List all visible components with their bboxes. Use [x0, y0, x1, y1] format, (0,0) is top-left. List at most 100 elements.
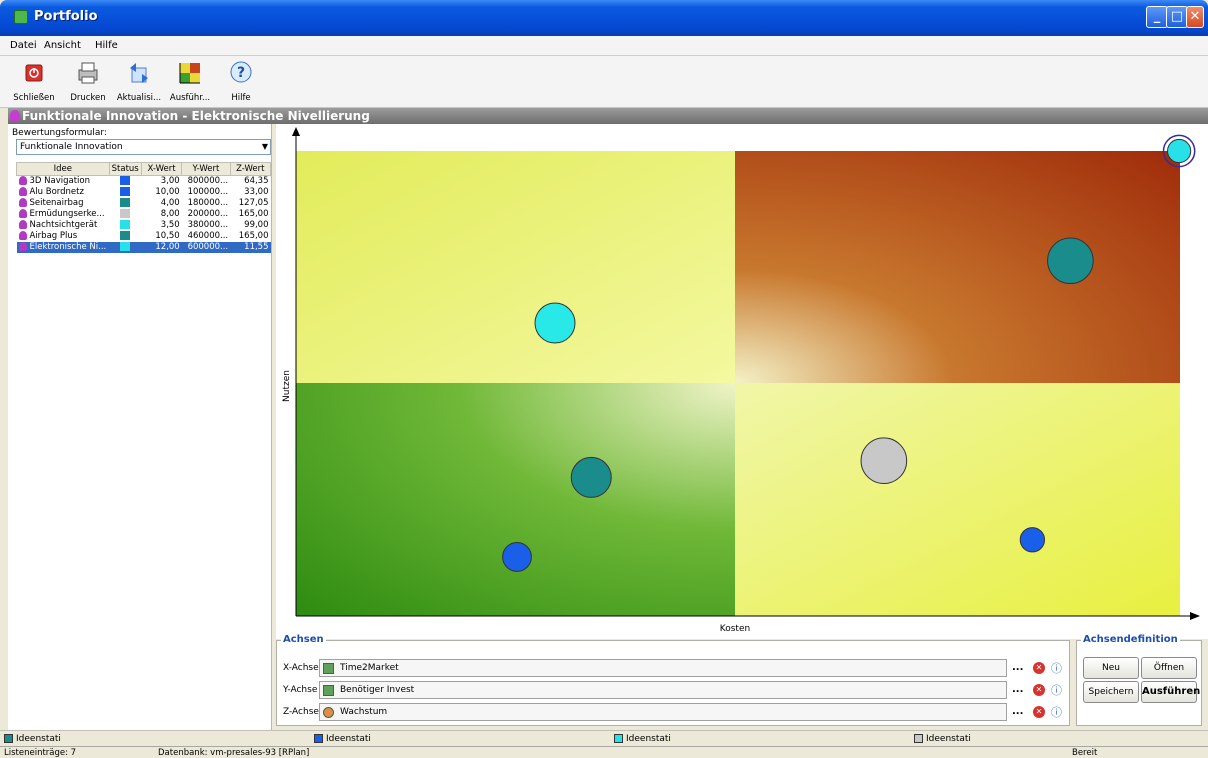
menu-ansicht[interactable]: Ansicht [44, 40, 81, 51]
maximize-button[interactable]: □ [1166, 6, 1188, 28]
attribute-icon [323, 663, 334, 674]
legend-swatch [4, 734, 13, 743]
idea-name-cell: Nachtsichtgerät [17, 220, 110, 231]
y-value-cell: 200000... [187, 209, 229, 219]
table-row[interactable]: Nachtsichtgerät 3,50 380000... 99,00 [17, 220, 271, 231]
z-axis-browse-button[interactable]: ... [1012, 706, 1023, 717]
print-label: Drucken [70, 93, 106, 103]
chevron-down-icon: ▼ [261, 142, 268, 151]
x-axis-arrow [1190, 612, 1200, 620]
execute-button[interactable]: Ausführ... [164, 58, 216, 106]
z-value-cell: 99,00 [244, 220, 269, 230]
idea-icon [18, 231, 27, 240]
menu-hilfe[interactable]: Hilfe [95, 40, 118, 51]
z-axis-delete-icon[interactable]: ✕ [1033, 706, 1045, 718]
x-axis-field[interactable]: Time2Market [319, 659, 1007, 677]
z-axis-info-icon[interactable]: ⓘ [1051, 704, 1062, 720]
idea-name: Alu Bordnetz [29, 187, 84, 197]
y-axis-field[interactable]: Benötiger Invest [319, 681, 1007, 699]
status-legend: Ideenstati Ideenstati Ideenstati Ideenst… [0, 730, 1208, 746]
x-value-cell: 10,00 [155, 187, 180, 197]
save-button[interactable]: Speichern [1083, 681, 1139, 703]
close-tool-label: Schließen [13, 93, 55, 103]
x-axis-delete-icon[interactable]: ✕ [1033, 662, 1045, 674]
status-swatch [120, 198, 131, 207]
status-swatch [120, 220, 131, 229]
z-value-cell: 165,00 [238, 231, 269, 241]
data-point[interactable] [1047, 237, 1094, 285]
y-axis-delete-icon[interactable]: ✕ [1033, 684, 1045, 696]
table-row[interactable]: Seitenairbag 4,00 180000... 127,05 [17, 198, 271, 209]
x-axis-row-label: X-Achse [283, 663, 319, 673]
y-value-cell: 380000... [187, 220, 229, 230]
idea-name: Seitenairbag [29, 198, 84, 208]
status-cell [109, 220, 141, 231]
refresh-button[interactable]: Aktualisi... [113, 58, 165, 106]
minimize-button[interactable]: _ [1146, 6, 1168, 28]
status-swatch [120, 231, 131, 240]
col-status[interactable]: Status [108, 162, 142, 176]
status-database: Datenbank: vm-presales-93 [RPlan] [158, 748, 310, 758]
data-point[interactable] [534, 302, 576, 344]
header-title: Funktionale Innovation - Elektronische N… [22, 109, 370, 123]
x-value-cell: 3,00 [160, 176, 180, 187]
menu-datei[interactable]: Datei [10, 40, 37, 51]
status-swatch [120, 187, 131, 196]
idea-icon [18, 242, 27, 251]
table-row[interactable]: Ermüdungserke... 8,00 200000... 165,00 [17, 209, 271, 220]
z-axis-field[interactable]: Wachstum [319, 703, 1007, 721]
x-axis-browse-button[interactable]: ... [1012, 662, 1023, 673]
y-value-cell: 460000... [187, 231, 229, 241]
data-point[interactable] [502, 542, 532, 572]
open-button[interactable]: Öffnen [1141, 657, 1197, 679]
idea-table: Idee Status X-Wert Y-Wert Z-Wert 3D Navi… [16, 162, 272, 253]
x-axis-value: Time2Market [340, 663, 399, 673]
status-cell [109, 231, 141, 242]
col-y[interactable]: Y-Wert [181, 162, 231, 176]
table-row[interactable]: Alu Bordnetz 10,00 100000... 33,00 [17, 187, 271, 198]
legend-label: Ideenstati [626, 734, 671, 744]
data-point[interactable] [570, 456, 612, 498]
col-idee[interactable]: Idee [16, 162, 110, 176]
table-row[interactable]: Airbag Plus 10,50 460000... 165,00 [17, 231, 271, 242]
attribute-icon [323, 685, 334, 696]
run-button[interactable]: Ausführen [1141, 681, 1200, 703]
svg-text:?: ? [237, 65, 245, 81]
table-row[interactable]: 3D Navigation 3,00 800000... 64,35 [17, 176, 271, 187]
idea-icon [18, 220, 27, 229]
z-value-cell: 11,55 [230, 241, 271, 253]
table-row[interactable]: Elektronische Ni... 12,00 600000... 11,55 [16, 241, 271, 253]
print-button[interactable]: Drucken [62, 58, 114, 106]
y-value-cell: 600000... [181, 241, 231, 253]
idea-icon [18, 198, 27, 207]
y-axis-browse-button[interactable]: ... [1012, 684, 1023, 695]
data-point[interactable] [860, 437, 908, 484]
x-value-cell: 12,00 [141, 241, 182, 253]
status-swatch [120, 242, 131, 251]
quadrant-bottom-right [735, 383, 1180, 616]
help-button[interactable]: ? Hilfe [215, 58, 267, 106]
data-point[interactable] [1019, 527, 1046, 553]
y-axis-info-icon[interactable]: ⓘ [1051, 682, 1062, 698]
window-title: Portfolio [34, 9, 98, 24]
quadrant-top-left [296, 151, 735, 383]
close-button[interactable]: ✕ [1186, 6, 1204, 28]
toolbar: Schließen Drucken Aktualisi... Ausführ..… [0, 56, 1208, 108]
x-axis-info-icon[interactable]: ⓘ [1051, 660, 1062, 676]
title-bar: Portfolio _ □ ✕ [0, 0, 1208, 36]
refresh-icon [126, 60, 152, 86]
data-point[interactable] [1167, 138, 1192, 164]
help-icon: ? [228, 60, 254, 86]
new-button[interactable]: Neu [1083, 657, 1139, 679]
col-x[interactable]: X-Wert [140, 162, 183, 176]
x-axis-label: Kosten [720, 624, 750, 634]
status-cell [109, 198, 141, 209]
form-select[interactable]: Funktionale Innovation ▼ [16, 139, 271, 155]
legend-swatch [314, 734, 323, 743]
y-axis-row-label: Y-Achse [283, 685, 318, 695]
idea-list-pane: Bewertungsformular: Funktionale Innovati… [8, 124, 272, 730]
printer-icon [75, 60, 101, 86]
close-tool-button[interactable]: Schließen [8, 58, 60, 106]
x-value-cell: 4,00 [160, 198, 180, 208]
col-z[interactable]: Z-Wert [229, 162, 272, 176]
